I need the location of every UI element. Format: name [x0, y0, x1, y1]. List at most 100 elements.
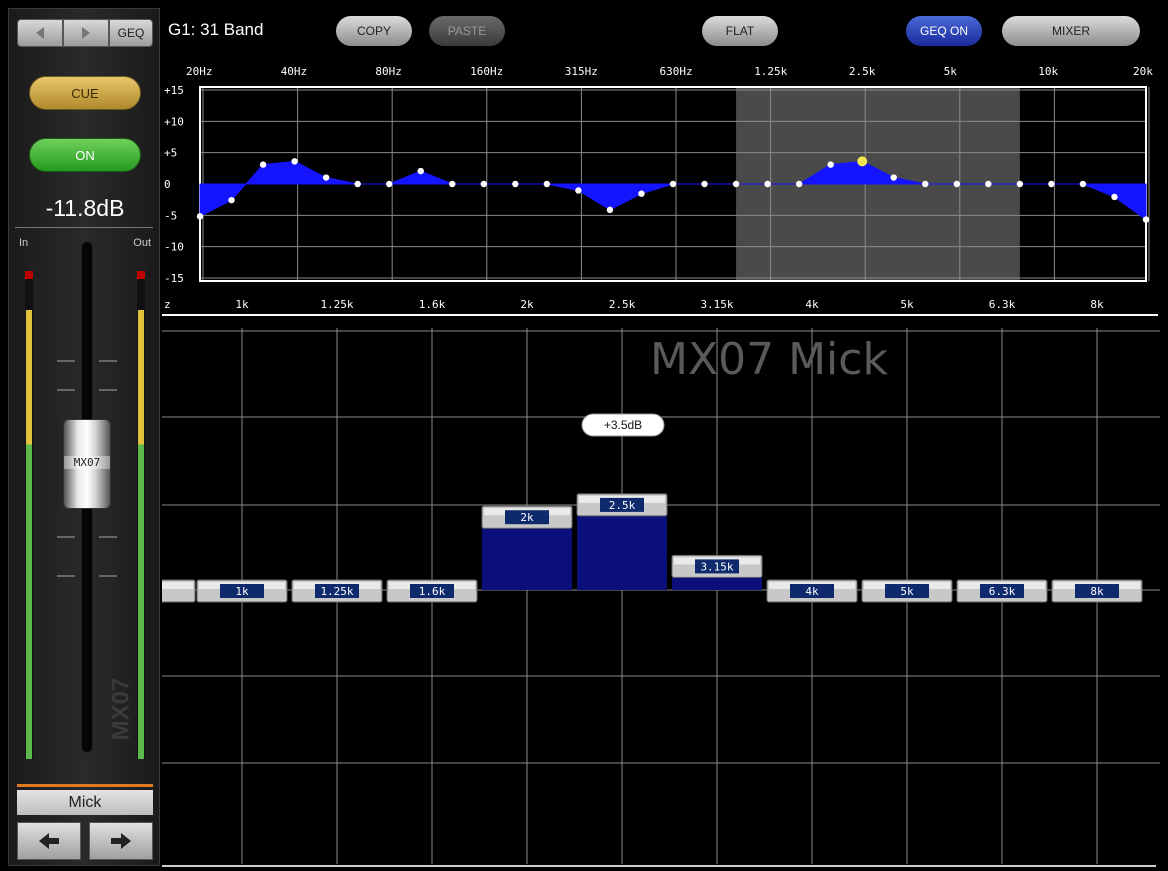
channel-fader-knob[interactable]: MX07: [63, 419, 111, 509]
db-tick-label: 0: [164, 178, 171, 191]
next-channel-button[interactable]: [63, 19, 109, 47]
cue-button[interactable]: CUE: [29, 76, 141, 110]
fader-tick: [99, 536, 117, 538]
next-strip-button[interactable]: [89, 822, 153, 860]
triangle-right-icon: [82, 27, 90, 39]
peak-indicator: [25, 271, 33, 279]
bottom-divider: [162, 865, 1156, 867]
band-fader-fill: [577, 503, 667, 590]
band-point: [732, 180, 740, 188]
band-point: [354, 180, 361, 188]
arrow-left-icon: [39, 833, 59, 849]
band-tick-label: 8k: [1090, 298, 1104, 311]
freq-tick-label: 315Hz: [565, 65, 598, 78]
band-point: [386, 180, 393, 188]
prev-strip-button[interactable]: [17, 822, 81, 860]
freq-tick-label: 630Hz: [660, 65, 693, 78]
band-point: [638, 190, 645, 197]
band-point: [669, 180, 677, 188]
freq-tick-label: 2.5k: [849, 65, 876, 78]
band-point: [1142, 216, 1150, 223]
band-point: [701, 180, 708, 188]
band-tick-label: 6.3k: [989, 298, 1016, 311]
band-tick-label: 2k: [520, 298, 534, 311]
geq-on-button[interactable]: GEQ ON: [906, 16, 982, 46]
band-fader-label: 4k: [805, 585, 819, 598]
channel-strip: GEQ CUE ON -11.8dB In Out MX07 MX07 Mick: [8, 8, 160, 866]
band-point: [196, 213, 204, 220]
band-point: [795, 180, 803, 188]
freq-tick-label: 10k: [1038, 65, 1058, 78]
fader-tick: [57, 360, 75, 362]
channel-name[interactable]: Mick: [17, 790, 153, 815]
band-point: [953, 180, 960, 188]
copy-button[interactable]: COPY: [336, 16, 412, 46]
band-point: [985, 180, 992, 188]
band-point: [417, 167, 424, 175]
level-readout: -11.8dB: [45, 195, 125, 221]
selected-band-point: [857, 156, 868, 167]
fader-tick: [57, 389, 75, 391]
fader-tick: [57, 536, 75, 538]
prev-channel-button[interactable]: [17, 19, 63, 47]
freq-tick-label: 20Hz: [186, 65, 213, 78]
eq-response-graph[interactable]: +15 +10 +5 0 -5 -10 -15 20Hz 40Hz 80Hz 160Hz 315Hz 6…: [162, 56, 1160, 316]
band-tick-label: 1k: [235, 298, 249, 311]
band-point: [291, 158, 298, 165]
band-tick-label: 1.6k: [419, 298, 446, 311]
paste-button[interactable]: PASTE: [429, 16, 505, 46]
freq-tick-label: 20k: [1133, 65, 1153, 78]
geq-title: G1: 31 Band: [168, 20, 264, 39]
mixer-button[interactable]: MIXER: [1002, 16, 1140, 46]
fader-tick: [99, 360, 117, 362]
arrow-right-icon: [111, 833, 131, 849]
db-tick-label: +5: [164, 147, 177, 160]
band-point: [1079, 180, 1087, 188]
band-fader-label: 1k: [235, 585, 249, 598]
geq-toolbar: G1: 31 Band COPY PASTE FLAT GEQ ON MIXER: [162, 8, 1160, 54]
fader-watermark: MX07 Mick: [650, 334, 888, 385]
db-tick-label: -10: [164, 241, 184, 254]
band-fader-label: 6.3k: [989, 585, 1016, 598]
divider: [15, 227, 153, 228]
band-fader-knob-shine: [162, 582, 193, 589]
input-meter: [25, 271, 33, 759]
fader-tick: [57, 575, 75, 577]
band-fader-label: 8k: [1090, 585, 1104, 598]
band-point: [322, 174, 330, 181]
meter-out-label: Out: [133, 237, 151, 249]
fader-tick: [99, 575, 117, 577]
channel-color-bar: [17, 784, 153, 787]
geq-button[interactable]: GEQ: [109, 19, 153, 47]
on-button[interactable]: ON: [29, 138, 141, 172]
db-tick-label: -15: [164, 272, 184, 285]
band-tick-label: 1.25k: [320, 298, 353, 311]
freq-tick-label: 40Hz: [281, 65, 308, 78]
band-fader-area[interactable]: MX07 Mick 1k 1.25k 1.6k 2k 2.5k 3.15k 4k 5k 6.3k 8…: [162, 316, 1160, 871]
band-point: [512, 180, 519, 188]
db-tick-label: +15: [164, 84, 184, 97]
band-point: [922, 180, 929, 188]
band-point: [890, 174, 897, 181]
band-fader-label: 2k: [520, 511, 534, 524]
band-fader-label: 3.15k: [700, 560, 733, 573]
band-fader-label: 5k: [900, 585, 914, 598]
triangle-left-icon: [36, 27, 44, 39]
band-fader-canvas: MX07 Mick 1k 1.25k 1.6k 2k 2.5k 3.15k 4k 5k 6.3k 8…: [162, 316, 1160, 871]
band-point: [1111, 193, 1118, 201]
input-meter-fill: [26, 310, 32, 759]
band-point: [764, 180, 771, 188]
band-tick-label: 5k: [900, 298, 914, 311]
band-tick-label: 2.5k: [609, 298, 636, 311]
channel-id-watermark: MX07: [101, 659, 141, 759]
band-point: [1016, 180, 1024, 188]
channel-id-watermark-text: MX07: [107, 677, 135, 741]
band-tick-label: z: [164, 298, 171, 311]
freq-tick-label: 80Hz: [375, 65, 402, 78]
band-fader-label: 2.5k: [609, 499, 636, 512]
flat-button[interactable]: FLAT: [702, 16, 778, 46]
fader-knob-label: MX07: [64, 456, 110, 469]
freq-tick-label: 1.25k: [754, 65, 787, 78]
fader-tick: [99, 389, 117, 391]
band-point: [606, 206, 614, 214]
